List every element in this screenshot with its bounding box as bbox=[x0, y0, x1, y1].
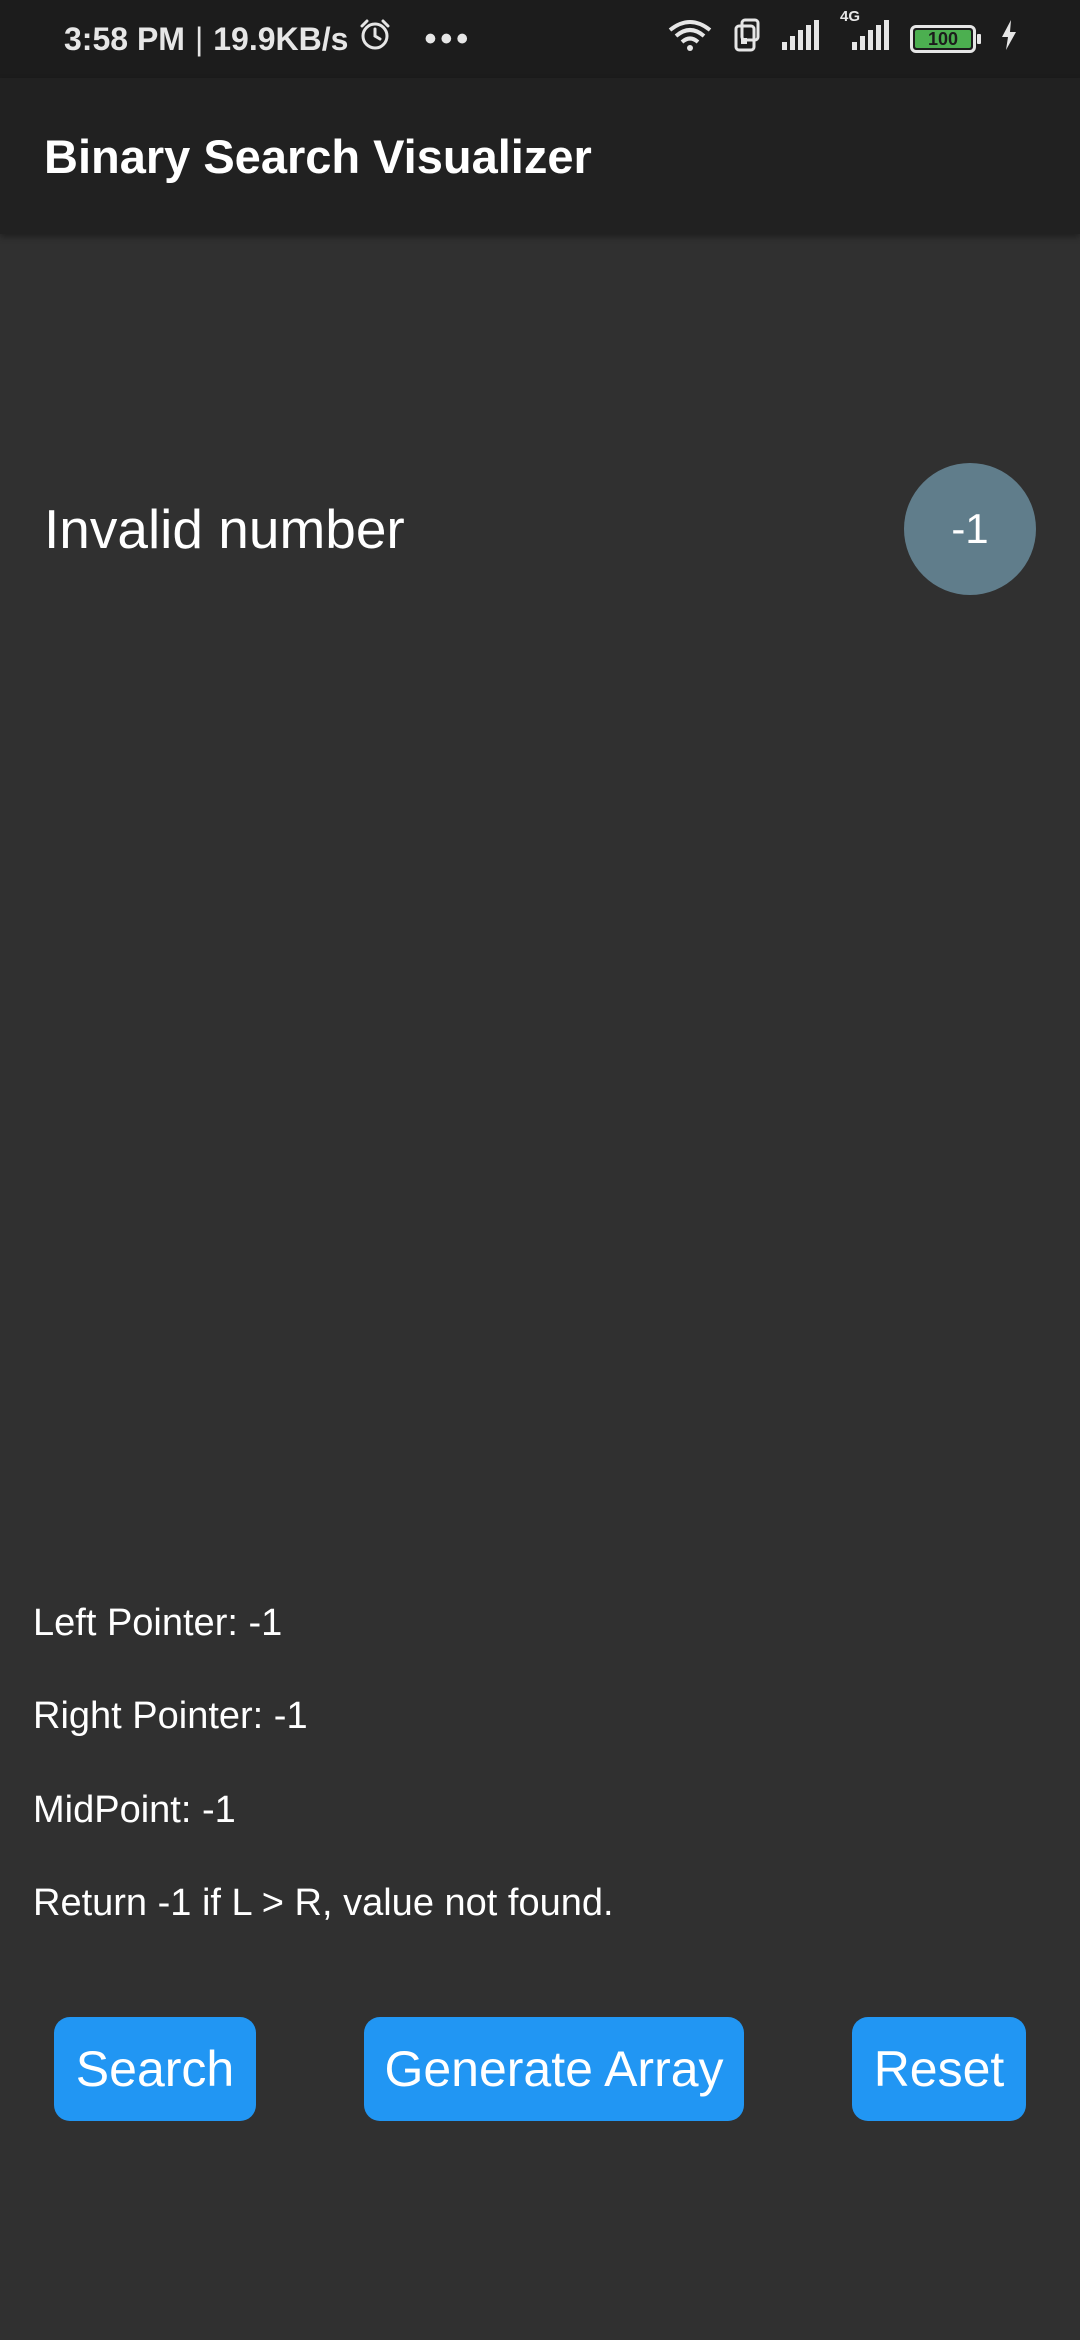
right-pointer-text: Right Pointer: -1 bbox=[33, 1695, 308, 1737]
reset-button[interactable]: Reset bbox=[852, 2017, 1026, 2121]
charging-icon bbox=[1000, 20, 1018, 58]
sim-icon bbox=[732, 18, 762, 60]
value-circle-text: -1 bbox=[951, 505, 989, 552]
return-note-text: Return -1 if L > R, value not found. bbox=[33, 1882, 614, 1924]
left-pointer-text: Left Pointer: -1 bbox=[33, 1602, 283, 1644]
network-type: 4G bbox=[840, 8, 861, 25]
status-time: 3:58 PM bbox=[64, 20, 185, 57]
search-button-label: Search bbox=[75, 2041, 235, 2097]
generate-array-button[interactable]: Generate Array bbox=[364, 2017, 744, 2121]
value-circle: -1 bbox=[904, 463, 1036, 595]
reset-button-label: Reset bbox=[873, 2041, 1005, 2097]
status-left: 3:58 PM | 19.9KB/s ••• bbox=[64, 18, 472, 60]
result-message: Invalid number bbox=[44, 498, 405, 560]
status-right: 4G 100 bbox=[666, 8, 1018, 60]
app-title: Binary Search Visualizer bbox=[44, 129, 592, 183]
status-bar: 3:58 PM | 19.9KB/s ••• 4G 100 bbox=[0, 0, 1080, 78]
wifi-icon bbox=[666, 18, 714, 60]
status-speed: 19.9KB/s bbox=[213, 20, 349, 57]
more-dots: ••• bbox=[424, 19, 473, 58]
signal-4g-icon: 4G bbox=[838, 8, 892, 58]
status-separator: | bbox=[194, 20, 204, 57]
battery-level: 100 bbox=[915, 30, 971, 48]
midpoint-text: MidPoint: -1 bbox=[33, 1789, 236, 1831]
result-row: Invalid number -1 bbox=[44, 462, 1036, 596]
signal-icon bbox=[780, 20, 820, 58]
app-bar: Binary Search Visualizer bbox=[0, 78, 1080, 234]
search-button[interactable]: Search bbox=[54, 2017, 256, 2121]
generate-array-button-label: Generate Array bbox=[384, 2041, 724, 2097]
battery-icon: 100 bbox=[910, 25, 981, 53]
alarm-icon bbox=[358, 18, 392, 60]
